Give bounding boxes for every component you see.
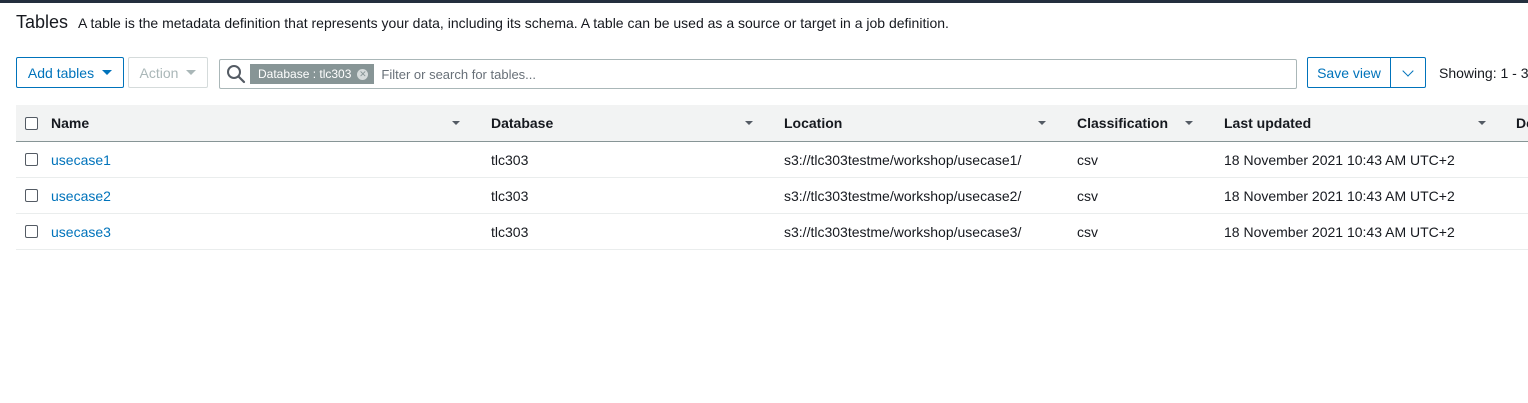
column-header-last-updated[interactable]: Last updated (1224, 105, 1311, 141)
page-header: Tables A table is the metadata definitio… (16, 12, 949, 33)
search-icon (222, 64, 250, 84)
top-border (0, 0, 1528, 3)
token-remove-icon[interactable]: ✕ (357, 68, 369, 80)
pagination-count: Showing: 1 - 3 (1439, 65, 1528, 81)
classification-cell: csv (1077, 187, 1098, 204)
row-checkbox-cell (25, 178, 38, 213)
toolbar: Add tables Action Database : tlc303 ✕ Sa… (16, 57, 1528, 90)
last-updated-cell: 18 November 2021 10:43 AM UTC+2 (1224, 223, 1455, 240)
column-label: Location (784, 115, 843, 131)
column-header-database[interactable]: Database (491, 105, 553, 141)
column-label: Last updated (1224, 115, 1312, 131)
search-box[interactable]: Database : tlc303 ✕ (219, 59, 1297, 89)
location-cell: s3://tlc303testme/workshop/usecase2/ (784, 187, 1022, 204)
sort-icon[interactable] (745, 121, 753, 125)
caret-down-icon (186, 70, 197, 75)
database-cell: tlc303 (491, 151, 529, 168)
column-header-location[interactable]: Location (784, 105, 842, 141)
row-checkbox[interactable] (25, 225, 38, 238)
column-header-description[interactable]: De (1516, 105, 1528, 141)
page-description: A table is the metadata definition that … (78, 15, 949, 31)
sort-icon[interactable] (1478, 121, 1486, 125)
save-view-label: Save view (1317, 64, 1381, 81)
column-label: Name (51, 115, 90, 131)
classification-cell: csv (1077, 223, 1098, 240)
table-header: Name Database Location Classification La… (16, 105, 1528, 142)
table-row: usecase1 tlc303 s3://tlc303testme/worksh… (16, 142, 1528, 178)
action-button[interactable]: Action (128, 57, 208, 88)
filter-token-label: Database : tlc303 (258, 67, 352, 81)
row-checkbox-cell (25, 142, 38, 177)
save-view-dropdown-button[interactable] (1390, 57, 1426, 88)
column-label: Classification (1077, 115, 1169, 131)
column-label: De (1516, 115, 1528, 131)
table-name-link[interactable]: usecase1 (51, 142, 111, 177)
table-name-link[interactable]: usecase2 (51, 178, 111, 213)
table-row: usecase2 tlc303 s3://tlc303testme/worksh… (16, 178, 1528, 214)
row-checkbox[interactable] (25, 189, 38, 202)
database-cell: tlc303 (491, 187, 529, 204)
column-header-classification[interactable]: Classification (1077, 105, 1168, 141)
select-all-checkbox-cell (25, 105, 38, 141)
location-cell: s3://tlc303testme/workshop/usecase3/ (784, 223, 1022, 240)
sort-icon[interactable] (1185, 121, 1193, 125)
row-checkbox[interactable] (25, 153, 38, 166)
sort-icon[interactable] (452, 121, 460, 125)
column-label: Database (491, 115, 554, 131)
column-header-name[interactable]: Name (51, 105, 89, 141)
database-cell: tlc303 (491, 223, 529, 240)
row-checkbox-cell (25, 214, 38, 249)
classification-cell: csv (1077, 151, 1098, 168)
page-title: Tables (16, 12, 69, 32)
chevron-down-icon (1402, 64, 1414, 77)
save-view-button[interactable]: Save view (1307, 57, 1391, 88)
caret-down-icon (102, 70, 113, 75)
action-label: Action (139, 64, 179, 81)
last-updated-cell: 18 November 2021 10:43 AM UTC+2 (1224, 187, 1455, 204)
sort-icon[interactable] (1038, 121, 1046, 125)
select-all-checkbox[interactable] (25, 116, 38, 130)
table-name-link[interactable]: usecase3 (51, 214, 111, 249)
filter-token[interactable]: Database : tlc303 ✕ (250, 64, 375, 84)
add-tables-label: Add tables (27, 64, 95, 81)
location-cell: s3://tlc303testme/workshop/usecase1/ (784, 151, 1022, 168)
add-tables-button[interactable]: Add tables (16, 57, 124, 88)
table-row: usecase3 tlc303 s3://tlc303testme/worksh… (16, 214, 1528, 250)
last-updated-cell: 18 November 2021 10:43 AM UTC+2 (1224, 151, 1455, 168)
tables-table: Name Database Location Classification La… (16, 105, 1528, 250)
search-input[interactable] (379, 65, 1296, 83)
